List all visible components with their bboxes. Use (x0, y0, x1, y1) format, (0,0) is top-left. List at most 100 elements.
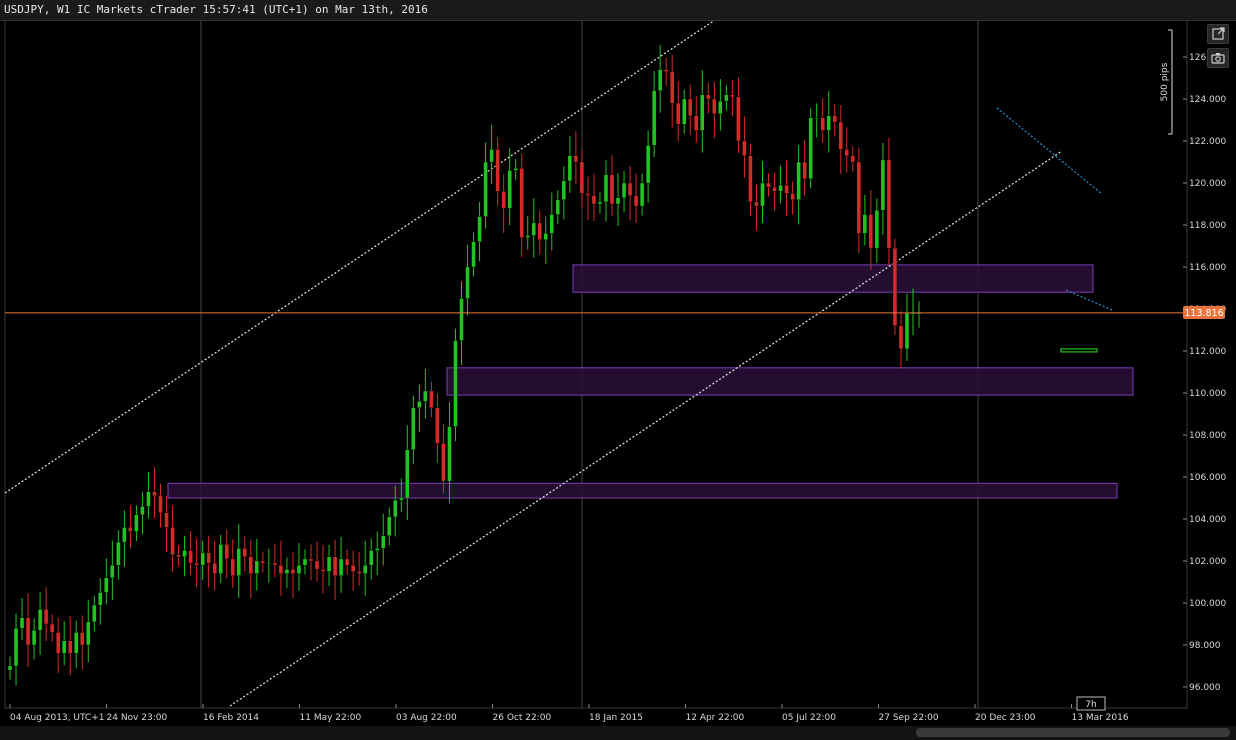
channel-lower-line (229, 150, 1063, 707)
candle-body (850, 155, 855, 163)
candle (507, 148, 512, 226)
candle-body (639, 182, 645, 207)
candle (820, 98, 825, 143)
candle-body (736, 96, 741, 142)
candle (519, 153, 524, 258)
candle-body (362, 565, 368, 574)
candle (19, 598, 25, 641)
timeframe-badge: 7h (1076, 696, 1106, 711)
candle (110, 540, 115, 600)
candle (146, 472, 151, 519)
downtrend-line (996, 107, 1103, 195)
candle (25, 593, 31, 668)
candle (742, 116, 747, 178)
candle-body (152, 491, 157, 497)
candle-body (344, 558, 350, 566)
candle (826, 91, 831, 153)
y-tick-label: 100.000 (1189, 599, 1226, 609)
zone-layer (167, 264, 1134, 499)
current-price-label: 113.816 (1184, 308, 1223, 319)
candle (164, 495, 169, 552)
candle (730, 80, 735, 117)
candle-body (838, 121, 843, 150)
candle (350, 550, 356, 592)
candle (314, 541, 320, 582)
candle-body (609, 174, 615, 205)
scale-bar: 500 pips (1160, 29, 1173, 135)
candle-body (224, 544, 229, 560)
candle-body (7, 665, 13, 671)
candle-body (567, 155, 573, 182)
candle (290, 552, 296, 599)
candle (423, 368, 428, 419)
screenshot-button[interactable] (1207, 48, 1229, 68)
y-tick-label: 118.000 (1189, 221, 1226, 231)
candle (621, 171, 627, 213)
candle-body (146, 491, 151, 507)
y-tick-label: 112.000 (1189, 347, 1226, 357)
candle-body (874, 210, 880, 249)
candle-body (338, 558, 344, 576)
candle (651, 71, 657, 158)
camera-icon (1211, 53, 1225, 64)
candle-body (158, 495, 163, 513)
candle-body (543, 233, 548, 240)
candle (435, 393, 440, 463)
candle-body (441, 443, 446, 482)
candle-body (760, 182, 765, 207)
y-tick-label: 110.000 (1189, 389, 1226, 399)
candle-body (453, 340, 458, 427)
candle (597, 192, 603, 214)
scrollbar-thumb[interactable] (916, 728, 1230, 737)
candle (886, 137, 892, 266)
candle-body (682, 98, 687, 125)
y-tick-label: 120.000 (1189, 179, 1226, 189)
candle (567, 136, 573, 193)
candle (230, 539, 235, 588)
candle (736, 77, 741, 153)
timeframe-badge-label: 7h (1085, 700, 1096, 710)
candle (808, 108, 813, 189)
price-zone (446, 367, 1134, 396)
candle-body (206, 552, 211, 564)
candle-body (104, 577, 109, 593)
candle-body (399, 497, 404, 501)
x-tick-label: 26 Oct 22:00 (493, 713, 552, 723)
candle-body (663, 69, 669, 72)
candle (778, 165, 783, 204)
candle-body (627, 182, 633, 196)
candle-body (49, 623, 55, 633)
candle-body (549, 214, 554, 234)
detach-chart-button[interactable] (1207, 24, 1229, 44)
candle (224, 529, 229, 579)
candle (892, 238, 898, 336)
candle-body (278, 565, 284, 574)
candle (832, 103, 837, 137)
candle (898, 311, 904, 369)
candle (128, 505, 133, 549)
candle-body (188, 550, 193, 564)
candle (206, 535, 211, 588)
candle (477, 202, 482, 262)
candle (609, 155, 615, 216)
candle-body (194, 562, 199, 566)
price-zone (167, 482, 1118, 499)
candle-body (766, 182, 771, 188)
candle-body (375, 548, 380, 551)
x-tick-label: 27 Sep 22:00 (879, 713, 939, 723)
candle-body (74, 632, 79, 654)
candle-body (411, 407, 416, 450)
candle (772, 172, 777, 211)
candle (218, 534, 223, 584)
candle-body (784, 184, 789, 194)
price-chart[interactable]: 96.000 98.000 100.000 102.000 104.000 106.000… (0, 0, 1236, 740)
candle-body (694, 115, 699, 131)
candle (152, 467, 157, 518)
candle (67, 616, 73, 676)
candle (429, 381, 434, 418)
candle-body (320, 569, 326, 572)
candle (766, 173, 771, 197)
candle (326, 544, 332, 586)
candle (332, 539, 338, 601)
candle-body (248, 556, 254, 574)
